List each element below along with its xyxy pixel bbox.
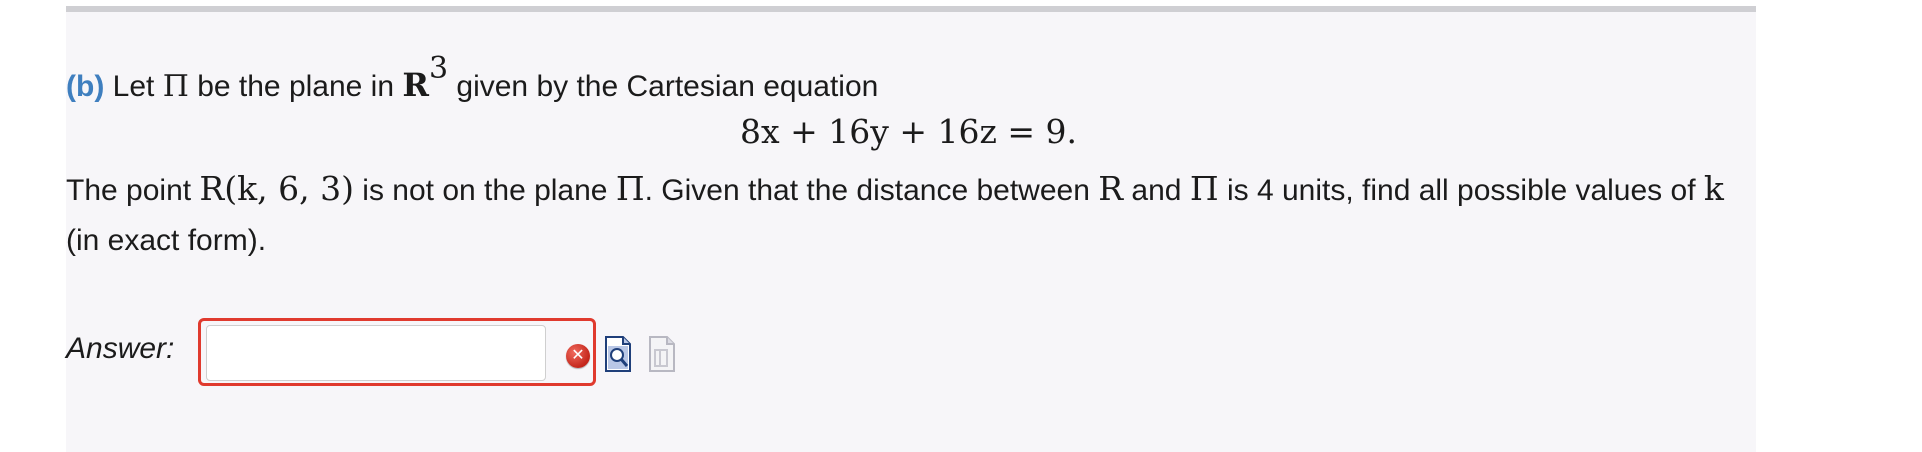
error-x-icon: ✕ <box>566 344 590 368</box>
preview-document-icon[interactable] <box>604 336 632 372</box>
answer-input[interactable] <box>206 325 546 381</box>
plane-symbol-3: Π <box>1189 169 1219 208</box>
point-expression: R(k, 6, 3) <box>199 169 354 208</box>
answer-label: Answer: <box>66 332 175 365</box>
para-text-4: and <box>1123 174 1190 207</box>
plane-symbol: Π <box>162 69 189 104</box>
question-intro: (b) Let Π be the plane in R3 given by th… <box>66 51 879 104</box>
space-symbol: R3 <box>402 51 449 104</box>
para-text-3: . Given that the distance between <box>644 174 1099 207</box>
para-text-2: is not on the plane <box>353 174 616 207</box>
para-text-6: (in exact form). <box>66 224 267 257</box>
question-paragraph: The point R(k, 6, 3) is not on the plane… <box>66 164 1756 266</box>
plane-equation: 8x + 16y + 16z = 9. <box>740 112 1077 151</box>
para-text-5: is 4 units, find all possible values of <box>1218 174 1704 207</box>
space-exponent: 3 <box>428 51 449 87</box>
variable-k: k <box>1703 169 1724 208</box>
intro-text-before: Let <box>104 70 163 103</box>
intro-text-after: given by the Cartesian equation <box>448 70 879 103</box>
para-text-1: The point <box>66 174 200 207</box>
point-name: R <box>1098 169 1124 208</box>
help-document-icon[interactable] <box>648 336 676 372</box>
intro-text-middle: be the plane in <box>188 70 403 103</box>
part-label: (b) <box>66 70 105 103</box>
plane-symbol-2: Π <box>615 169 645 208</box>
